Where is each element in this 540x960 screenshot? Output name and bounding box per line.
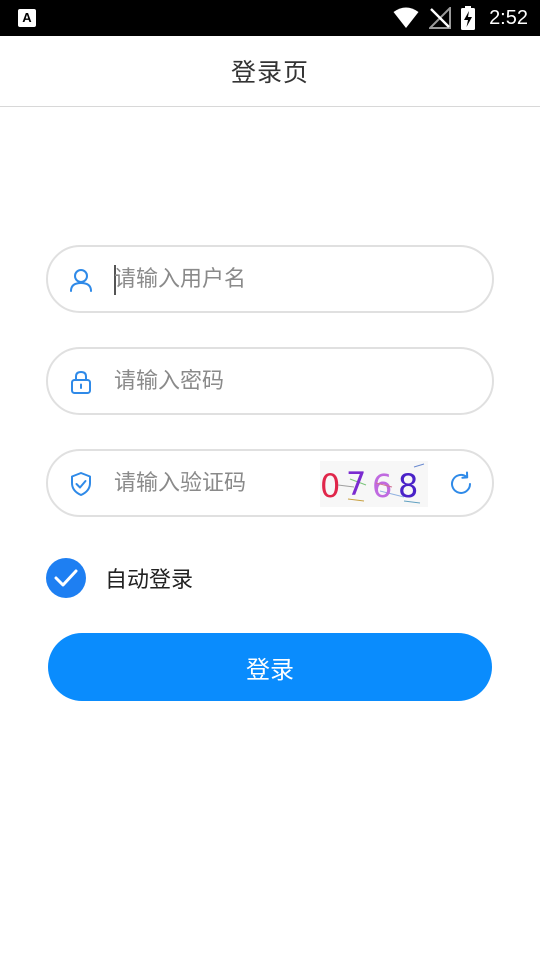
status-icons: 2:52	[393, 0, 528, 36]
password-field[interactable]	[46, 347, 494, 415]
app-notification-icon: A	[18, 9, 36, 27]
login-button-label: 登录	[246, 655, 294, 684]
captcha-field[interactable]: 0 7 6 8	[46, 449, 494, 517]
auto-login-label: 自动登录	[105, 568, 194, 593]
battery-charging-icon	[461, 6, 476, 30]
captcha-digit: 7	[346, 465, 366, 503]
page-title: 登录页	[230, 58, 309, 87]
status-bar: A 2:52	[0, 0, 540, 36]
captcha-digit: 0	[320, 467, 340, 505]
auto-login-toggle[interactable]: 自动登录	[46, 558, 193, 598]
wifi-icon	[393, 7, 419, 28]
refresh-icon[interactable]	[446, 469, 476, 499]
captcha-digit: 8	[398, 467, 418, 505]
captcha-input[interactable]	[114, 451, 304, 515]
no-signal-icon	[429, 7, 452, 29]
password-input[interactable]	[114, 349, 334, 413]
login-button[interactable]: 登录	[48, 633, 492, 701]
title-bar: 登录页	[0, 36, 540, 107]
lock-icon	[71, 370, 91, 394]
username-field[interactable]	[46, 245, 494, 313]
checkmark-icon	[54, 569, 78, 587]
user-icon	[70, 269, 92, 292]
clock: 2:52	[489, 6, 528, 29]
shield-check-icon	[71, 472, 91, 496]
captcha-image[interactable]: 0 7 6 8	[320, 461, 428, 507]
auto-login-checkbox[interactable]	[46, 558, 86, 598]
username-input[interactable]	[114, 247, 334, 311]
